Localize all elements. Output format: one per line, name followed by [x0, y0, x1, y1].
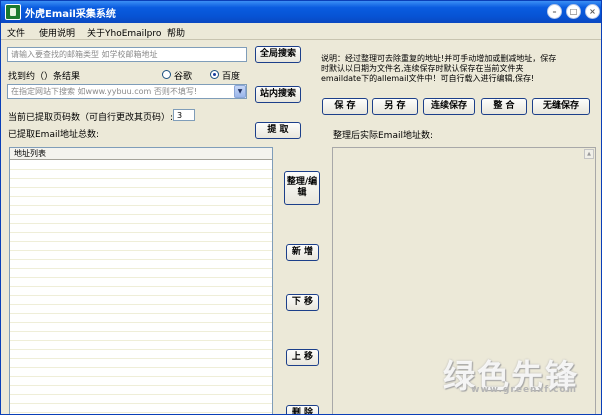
- app-window: 外虎Email采集系统 – □ × 文件 使用说明 关于YhoEmailpro …: [0, 0, 602, 415]
- note-line-3: emaildate下的allemail文件中！可自行载入进行编辑,保存!: [321, 74, 535, 83]
- move-down-button[interactable]: 下 移: [286, 294, 319, 311]
- extract-button[interactable]: 提 取: [255, 122, 301, 139]
- menu-bar: 文件 使用说明 关于YhoEmailpro 帮助: [1, 23, 601, 40]
- address-list[interactable]: 地址列表: [9, 147, 273, 414]
- watermark-url: www.greenxf.com: [471, 385, 577, 395]
- baidu-label: 百度: [222, 72, 241, 82]
- address-list-rows: [10, 161, 272, 414]
- app-icon: [5, 4, 21, 20]
- site-search-input[interactable]: 在指定网站下搜索 如www.yybuu.com 否则不填写!: [7, 84, 247, 99]
- results-count-label: 找到约（）条结果: [8, 72, 81, 82]
- maximize-button[interactable]: □: [566, 4, 581, 19]
- move-up-button[interactable]: 上 移: [286, 349, 319, 366]
- save-button[interactable]: 保 存: [322, 98, 368, 115]
- merge-button[interactable]: 整 合: [481, 98, 527, 115]
- pages-label: 当前已提取页码数（可自行更改其页码）:: [8, 113, 174, 123]
- menu-file[interactable]: 文件: [7, 26, 25, 39]
- minimize-button[interactable]: –: [547, 4, 562, 19]
- address-list-header: 地址列表: [10, 148, 272, 160]
- global-search-button[interactable]: 全局搜索: [255, 46, 301, 63]
- email-count-label: 已提取Email地址总数:: [8, 130, 100, 140]
- title-bar[interactable]: 外虎Email采集系统 – □ ×: [1, 1, 601, 23]
- save-as-button[interactable]: 另 存: [372, 98, 418, 115]
- seamless-save-button[interactable]: 无缝保存: [532, 98, 590, 115]
- close-button[interactable]: ×: [585, 4, 600, 19]
- menu-help[interactable]: 帮助: [167, 26, 185, 39]
- chevron-down-icon[interactable]: ▼: [234, 85, 246, 98]
- add-button[interactable]: 新 增: [286, 244, 319, 261]
- organize-edit-button[interactable]: 整理/编辑: [284, 171, 320, 205]
- page-count-input[interactable]: 3: [173, 109, 195, 121]
- site-search-button[interactable]: 站内搜索: [255, 86, 301, 103]
- delete-button[interactable]: 删 除: [286, 405, 319, 414]
- result-count-label: 整理后实际Email地址数:: [333, 131, 434, 141]
- continuous-save-button[interactable]: 连续保存: [423, 98, 475, 115]
- menu-help-instructions[interactable]: 使用说明: [39, 26, 75, 39]
- scroll-up-icon[interactable]: ▲: [584, 149, 594, 159]
- google-radio[interactable]: [162, 70, 171, 79]
- google-label: 谷歌: [174, 72, 193, 82]
- menu-about[interactable]: 关于YhoEmailpro: [87, 26, 161, 39]
- search-input[interactable]: 请输入要查找的邮箱类型 如学校邮箱地址: [7, 47, 247, 62]
- baidu-radio[interactable]: [210, 70, 219, 79]
- window-title: 外虎Email采集系统: [25, 9, 116, 20]
